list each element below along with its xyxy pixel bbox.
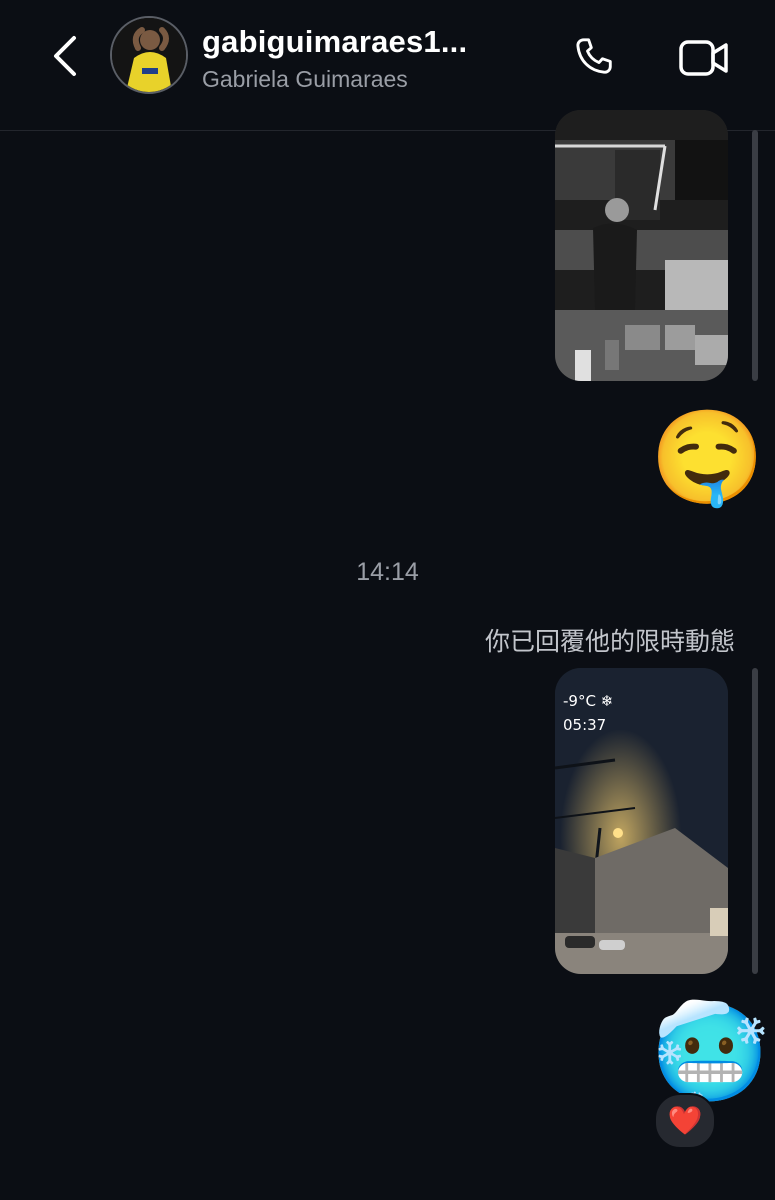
video-call-button[interactable] — [674, 30, 734, 86]
video-camera-icon — [679, 40, 728, 76]
avatar-image — [112, 18, 186, 92]
phone-icon — [576, 38, 612, 74]
shared-story-kitchen[interactable] — [555, 110, 728, 381]
story-image — [555, 110, 728, 381]
story-temperature-text: -9°C ❄ — [563, 692, 614, 710]
dm-screen: gabiguimaraes1... Gabriela Guimaraes 🤤 1… — [0, 0, 775, 1200]
chat-username[interactable]: gabiguimaraes1... — [202, 24, 467, 60]
shared-story-night-street[interactable]: -9°C ❄ 05:37 — [555, 668, 728, 974]
avatar[interactable] — [110, 16, 188, 94]
message-timestamp: 14:14 — [356, 558, 419, 586]
story-progress-bar — [752, 668, 758, 974]
story-reply-notice: 你已回覆他的限時動態 — [484, 627, 735, 656]
audio-call-button[interactable] — [566, 30, 622, 86]
heart-icon: ❤️ — [667, 1104, 703, 1137]
back-button[interactable] — [40, 30, 90, 82]
emoji-message-cold-face[interactable]: 🥶 — [650, 1005, 770, 1101]
story-image — [555, 668, 728, 974]
emoji-message-drooling[interactable]: 🤤 — [650, 412, 765, 504]
chat-display-name: Gabriela Guimaraes — [202, 66, 408, 92]
story-progress-bar — [752, 130, 758, 381]
story-time-text: 05:37 — [563, 716, 607, 734]
chevron-left-icon — [54, 36, 76, 76]
message-reaction[interactable]: ❤️ — [654, 1093, 716, 1149]
